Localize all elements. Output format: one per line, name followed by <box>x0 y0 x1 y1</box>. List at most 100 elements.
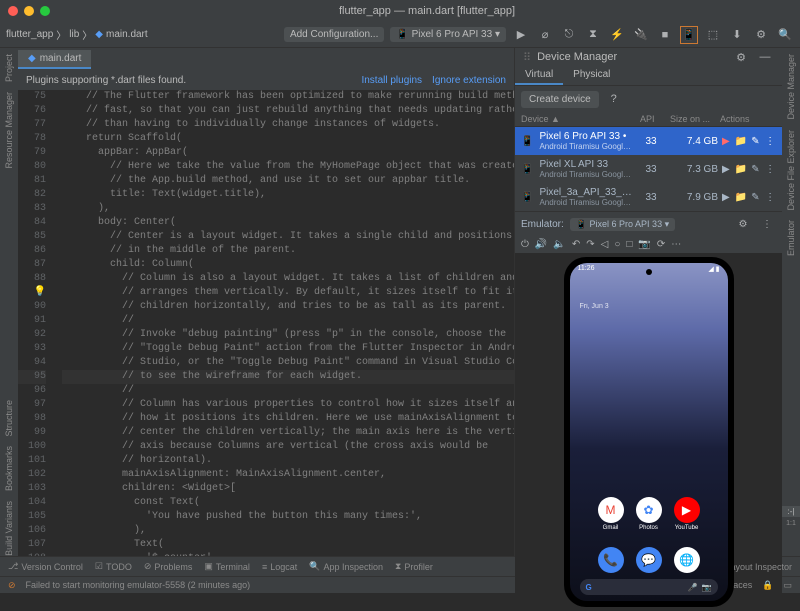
edit-icon[interactable]: ✎ <box>750 135 762 147</box>
gutter[interactable]: 7576777879808182838485868788💡90919293949… <box>18 90 52 556</box>
code-editor[interactable]: 7576777879808182838485868788💡90919293949… <box>18 90 514 556</box>
titlebar: flutter_app — main.dart [flutter_app] <box>0 0 800 22</box>
phone-screen[interactable]: 11:26 ◢ ▮ Fri, Jun 3 M Gmail ✿ Photos ▶ … <box>570 263 728 601</box>
breadcrumb-file[interactable]: main.dart <box>106 29 148 40</box>
tab-main-dart[interactable]: ◆ main.dart <box>18 50 91 69</box>
tool-emulator[interactable]: Emulator <box>786 220 796 256</box>
tool-logcat[interactable]: ≡ Logcat <box>262 562 297 572</box>
breadcrumb[interactable]: flutter_app 〉 lib 〉 ◆ main.dart <box>6 27 148 42</box>
app-youtube[interactable]: ▶ YouTube <box>674 497 700 531</box>
attach-button[interactable]: 🔌 <box>632 26 650 44</box>
running-devices-button[interactable]: 📱 <box>680 26 698 44</box>
more-icon[interactable]: ⋮ <box>758 215 776 233</box>
emulator-selector[interactable]: 📱 Pixel 6 Pro API 33 ▾ <box>570 218 675 231</box>
folder-icon[interactable]: 📁 <box>735 163 747 175</box>
snapshot-icon[interactable]: ⟳ <box>657 239 665 250</box>
tool-device-manager[interactable]: Device Manager <box>786 54 796 120</box>
create-device-button[interactable]: Create device <box>521 91 599 108</box>
dock-app[interactable]: 💬 <box>636 547 662 573</box>
coverage-button[interactable]: ⎋ <box>560 26 578 44</box>
tool-problems[interactable]: ⊘ Problems <box>144 561 193 572</box>
emulator-viewport[interactable]: 11:26 ◢ ▮ Fri, Jun 3 M Gmail ✿ Photos ▶ … <box>515 253 782 611</box>
chevron-down-icon: ▾ <box>495 29 500 40</box>
sdk-manager-button[interactable]: ⬇ <box>728 26 746 44</box>
device-row[interactable]: 📱 Pixel XL API 33Android Tiramisu Google… <box>515 155 782 183</box>
rotate-left-icon[interactable]: ↶ <box>572 239 580 250</box>
volume-down-icon[interactable]: 🔈 <box>553 239 565 250</box>
hot-reload-button[interactable]: ⚡ <box>608 26 626 44</box>
volume-up-icon[interactable]: 🔊 <box>535 239 547 250</box>
dock-app[interactable]: 🌐 <box>674 547 700 573</box>
breadcrumb-project[interactable]: flutter_app <box>6 29 53 40</box>
help-icon[interactable]: ? <box>605 90 623 108</box>
window-controls <box>8 6 50 16</box>
back-icon[interactable]: ◁ <box>601 239 609 250</box>
run-button[interactable]: ▶ <box>512 26 530 44</box>
hide-panel-icon[interactable]: — <box>756 48 774 66</box>
tool-todo[interactable]: ☑ TODO <box>95 561 132 572</box>
device-row[interactable]: 📱 Pixel_3a_API_33_arm6...Android Tiramis… <box>515 183 782 211</box>
code-lines[interactable]: // The Flutter framework has been optimi… <box>52 90 514 556</box>
stop-button[interactable]: ■ <box>656 26 674 44</box>
tool-build-variants[interactable]: Build Variants <box>4 501 14 556</box>
tab-virtual[interactable]: Virtual <box>515 66 563 85</box>
editor: ◆ main.dart Plugins supporting *.dart fi… <box>18 48 514 556</box>
edit-icon[interactable]: ✎ <box>750 191 762 203</box>
settings-icon[interactable]: ⚙ <box>752 26 770 44</box>
close-window[interactable] <box>8 6 18 16</box>
tool-app-inspection[interactable]: 🔍 App Inspection <box>309 561 383 572</box>
play-icon[interactable]: ▶ <box>720 191 732 203</box>
extended-controls-icon[interactable]: ⋯ <box>671 239 681 250</box>
grip-icon[interactable]: ⠿ <box>523 51 531 64</box>
tool-project[interactable]: Project <box>4 54 14 82</box>
screenshot-icon[interactable]: 📷 <box>638 239 650 250</box>
memory-icon[interactable]: ▭ <box>783 580 792 591</box>
debug-button[interactable]: ⌀ <box>536 26 554 44</box>
home-icon[interactable]: ○ <box>614 239 620 250</box>
tool-bookmarks[interactable]: Bookmarks <box>4 446 14 491</box>
dock-app[interactable]: 📞 <box>598 547 624 573</box>
edit-icon[interactable]: ✎ <box>750 163 762 175</box>
device-table-header: Device ▲ API Size on ... Actions <box>515 112 782 127</box>
more-icon[interactable]: ⋮ <box>764 163 776 175</box>
install-plugins-link[interactable]: Install plugins <box>361 75 422 86</box>
profile-button[interactable]: ⧗ <box>584 26 602 44</box>
folder-icon[interactable]: 📁 <box>735 135 747 147</box>
play-icon[interactable]: ▶ <box>720 163 732 175</box>
lens-icon[interactable]: 📷 <box>702 583 712 592</box>
ignore-extension-link[interactable]: Ignore extension <box>432 75 506 86</box>
tool-profiler[interactable]: ⧗ Profiler <box>395 561 433 572</box>
play-icon[interactable]: ▶ <box>720 135 732 147</box>
status-message: Failed to start monitoring emulator-5558… <box>26 580 251 590</box>
run-config-selector[interactable]: Add Configuration... <box>284 27 384 42</box>
readonly-icon[interactable]: 🔒 <box>762 580 773 591</box>
app-photos[interactable]: ✿ Photos <box>636 497 662 531</box>
power-icon[interactable]: ⏻ <box>521 239 529 250</box>
zoom-indicator[interactable]: 1:1 <box>782 520 800 527</box>
tool-structure[interactable]: Structure <box>4 400 14 437</box>
breadcrumb-folder[interactable]: lib <box>69 29 79 40</box>
search-icon[interactable]: 🔍 <box>776 26 794 44</box>
code-analysis-indicator[interactable]: :-| <box>782 506 800 517</box>
window-title: flutter_app — main.dart [flutter_app] <box>62 5 792 17</box>
mic-icon[interactable]: 🎤 <box>688 583 698 592</box>
more-icon[interactable]: ⋮ <box>764 135 776 147</box>
overview-icon[interactable]: □ <box>626 239 632 250</box>
zoom-window[interactable] <box>40 6 50 16</box>
tool-device-file-explorer[interactable]: Device File Explorer <box>786 130 796 211</box>
gear-icon[interactable]: ⚙ <box>734 215 752 233</box>
app-gmail[interactable]: M Gmail <box>598 497 624 531</box>
device-manager-panel: ⠿ Device Manager ⚙ — Virtual Physical Cr… <box>514 48 782 556</box>
tool-resource-manager[interactable]: Resource Manager <box>4 92 14 169</box>
tool-version-control[interactable]: ⎇ Version Control <box>8 561 83 572</box>
tool-terminal[interactable]: ▣ Terminal <box>204 561 250 572</box>
more-icon[interactable]: ⋮ <box>764 191 776 203</box>
avd-manager-button[interactable]: ⬚ <box>704 26 722 44</box>
rotate-right-icon[interactable]: ↷ <box>586 239 594 250</box>
tab-physical[interactable]: Physical <box>563 66 620 85</box>
device-row[interactable]: 📱 Pixel 6 Pro API 33 •Android Tiramisu G… <box>515 127 782 155</box>
gear-icon[interactable]: ⚙ <box>732 48 750 66</box>
device-selector[interactable]: 📱 Pixel 6 Pro API 33 ▾ <box>390 27 506 42</box>
minimize-window[interactable] <box>24 6 34 16</box>
folder-icon[interactable]: 📁 <box>735 191 747 203</box>
